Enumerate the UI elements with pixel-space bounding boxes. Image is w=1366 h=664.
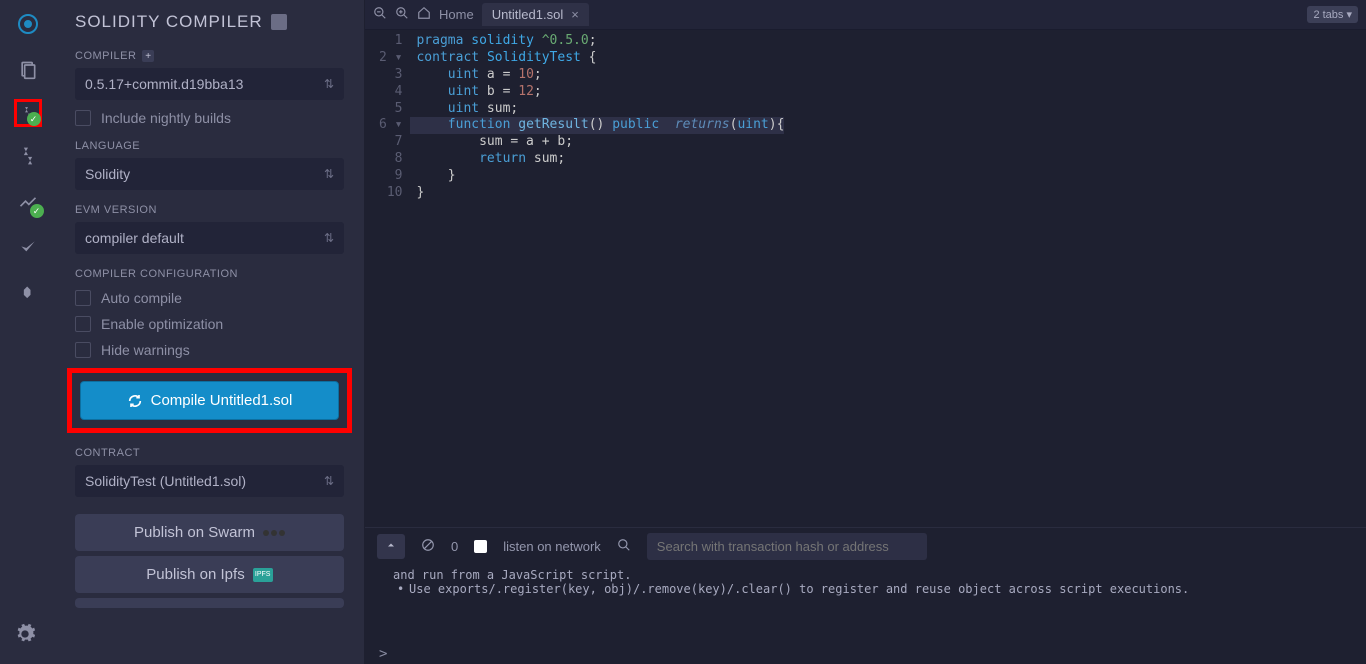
plugin-icon[interactable] bbox=[14, 280, 42, 308]
main-area: Home Untitled1.sol× 2 tabs ▾ 12 ▾3456 ▾7… bbox=[365, 0, 1366, 664]
remix-logo-icon[interactable] bbox=[14, 10, 42, 38]
analysis-badge bbox=[30, 204, 44, 218]
left-iconbar bbox=[0, 0, 55, 664]
analysis-icon[interactable] bbox=[14, 188, 42, 216]
checkbox-icon bbox=[75, 316, 91, 332]
chevron-updown-icon: ⇅ bbox=[324, 231, 334, 245]
listen-checkbox[interactable] bbox=[474, 540, 487, 553]
checkbox-icon bbox=[75, 342, 91, 358]
deploy-icon[interactable] bbox=[14, 142, 42, 170]
compile-button[interactable]: Compile Untitled1.sol bbox=[80, 381, 339, 420]
terminal-toggle-icon[interactable] bbox=[377, 534, 405, 559]
docs-icon[interactable] bbox=[271, 14, 287, 30]
code-lines: pragma solidity ^0.5.0; contract Solidit… bbox=[410, 30, 784, 527]
checkbox-icon bbox=[75, 290, 91, 306]
tabs-count-badge[interactable]: 2 tabs ▾ bbox=[1307, 6, 1358, 23]
compile-success-badge bbox=[27, 112, 41, 126]
settings-gear-icon[interactable] bbox=[14, 623, 36, 650]
search-icon[interactable] bbox=[617, 538, 631, 555]
contract-label: CONTRACT bbox=[75, 447, 344, 459]
chevron-updown-icon: ⇅ bbox=[324, 167, 334, 181]
terminal-output: and run from a JavaScript script. Use ex… bbox=[365, 564, 1366, 644]
terminal-search-input[interactable] bbox=[647, 533, 927, 560]
panel-title: SOLIDITY COMPILER bbox=[75, 12, 344, 32]
publish-swarm-button[interactable]: Publish on Swarm bbox=[75, 514, 344, 551]
optimize-checkbox[interactable]: Enable optimization bbox=[75, 316, 344, 332]
file-tab[interactable]: Untitled1.sol× bbox=[482, 3, 589, 26]
terminal-toolbar: 0 listen on network bbox=[365, 528, 1366, 564]
chevron-updown-icon: ⇅ bbox=[324, 77, 334, 91]
hidewarn-checkbox[interactable]: Hide warnings bbox=[75, 342, 344, 358]
evm-select[interactable]: compiler default⇅ bbox=[75, 222, 344, 254]
nightly-checkbox[interactable]: Include nightly builds bbox=[75, 110, 344, 126]
compiler-panel: SOLIDITY COMPILER COMPILER+ 0.5.17+commi… bbox=[55, 0, 365, 664]
home-tab[interactable]: Home bbox=[439, 7, 474, 22]
autocompile-checkbox[interactable]: Auto compile bbox=[75, 290, 344, 306]
terminal-prompt[interactable]: > bbox=[365, 644, 1366, 664]
ipfs-icon: IPFS bbox=[253, 568, 273, 582]
more-button[interactable] bbox=[75, 598, 344, 608]
compiler-select[interactable]: 0.5.17+commit.d19bba13⇅ bbox=[75, 68, 344, 100]
language-select[interactable]: Solidity⇅ bbox=[75, 158, 344, 190]
file-explorer-icon[interactable] bbox=[14, 56, 42, 84]
zoom-out-icon[interactable] bbox=[373, 6, 387, 23]
debugger-icon[interactable] bbox=[14, 234, 42, 262]
zoom-in-icon[interactable] bbox=[395, 6, 409, 23]
contract-select[interactable]: SolidityTest (Untitled1.sol)⇅ bbox=[75, 465, 344, 497]
code-editor[interactable]: 12 ▾3456 ▾78910 pragma solidity ^0.5.0; … bbox=[365, 30, 1366, 527]
solidity-compiler-icon[interactable] bbox=[14, 99, 42, 127]
terminal-panel: 0 listen on network and run from a JavaS… bbox=[365, 527, 1366, 664]
swarm-icon bbox=[263, 530, 285, 536]
config-label: COMPILER CONFIGURATION bbox=[75, 268, 344, 280]
editor-tabbar: Home Untitled1.sol× 2 tabs ▾ bbox=[365, 0, 1366, 30]
chevron-updown-icon: ⇅ bbox=[324, 474, 334, 488]
close-tab-icon[interactable]: × bbox=[571, 7, 579, 22]
pending-count: 0 bbox=[451, 539, 458, 554]
evm-label: EVM VERSION bbox=[75, 204, 344, 216]
compiler-label: COMPILER+ bbox=[75, 50, 344, 62]
block-icon[interactable] bbox=[421, 538, 435, 555]
home-icon[interactable] bbox=[417, 6, 431, 23]
listen-label: listen on network bbox=[503, 539, 601, 554]
line-gutter: 12 ▾3456 ▾78910 bbox=[365, 30, 410, 527]
add-compiler-icon[interactable]: + bbox=[142, 50, 154, 62]
checkbox-icon bbox=[75, 110, 91, 126]
compile-highlight: Compile Untitled1.sol bbox=[67, 368, 352, 433]
language-label: LANGUAGE bbox=[75, 140, 344, 152]
publish-ipfs-button[interactable]: Publish on IpfsIPFS bbox=[75, 556, 344, 593]
